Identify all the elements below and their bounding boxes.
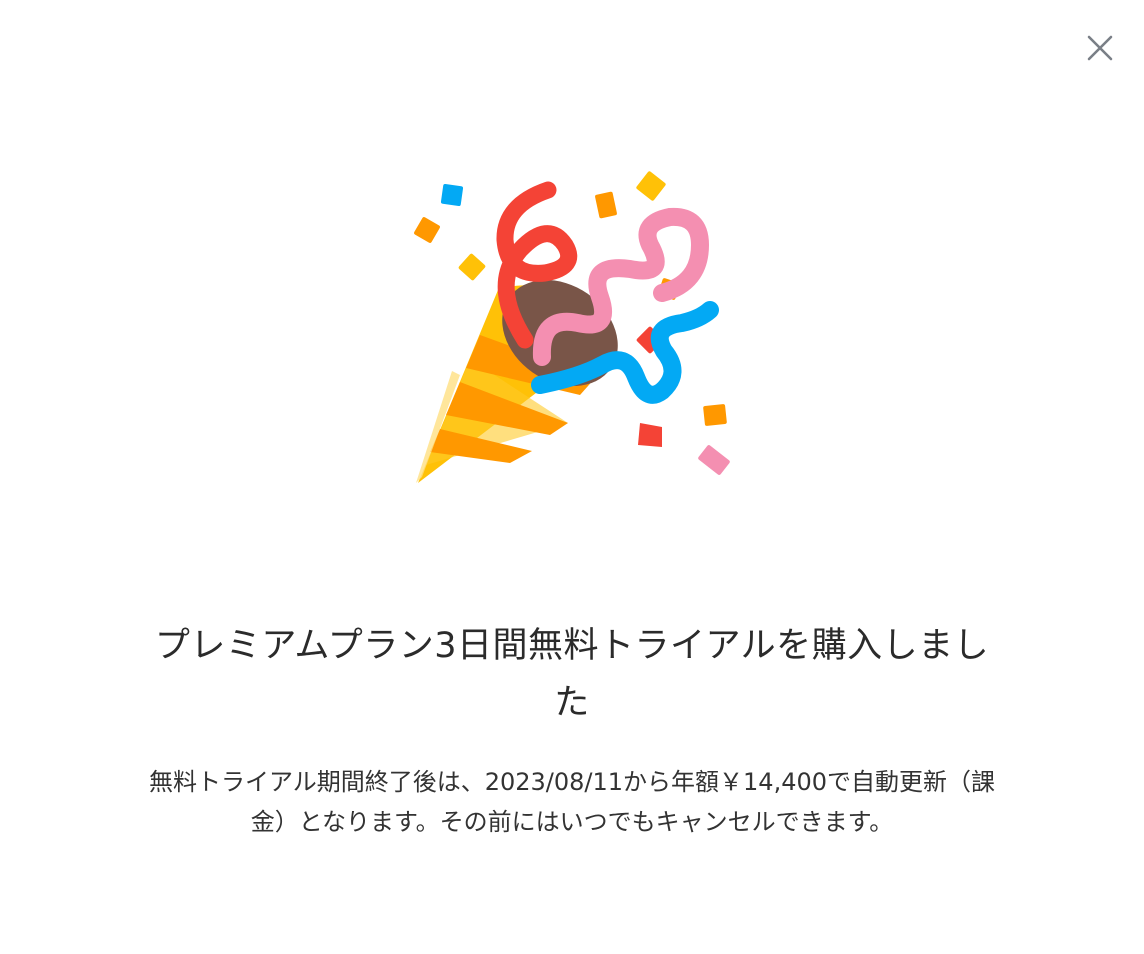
- dialog-title: プレミアムプラン3日間無料トライアルを購入しました: [154, 626, 990, 723]
- close-button[interactable]: [1080, 28, 1120, 68]
- purchase-complete-dialog: プレミアムプラン3日間無料トライアルを購入しました 無料トライアル期間終了後は、…: [0, 0, 1144, 954]
- party-popper-icon: [414, 171, 730, 483]
- dialog-description: 無料トライアル期間終了後は、2023/08/11から年額￥14,400で自動更新…: [148, 768, 996, 836]
- close-icon: [1087, 35, 1113, 61]
